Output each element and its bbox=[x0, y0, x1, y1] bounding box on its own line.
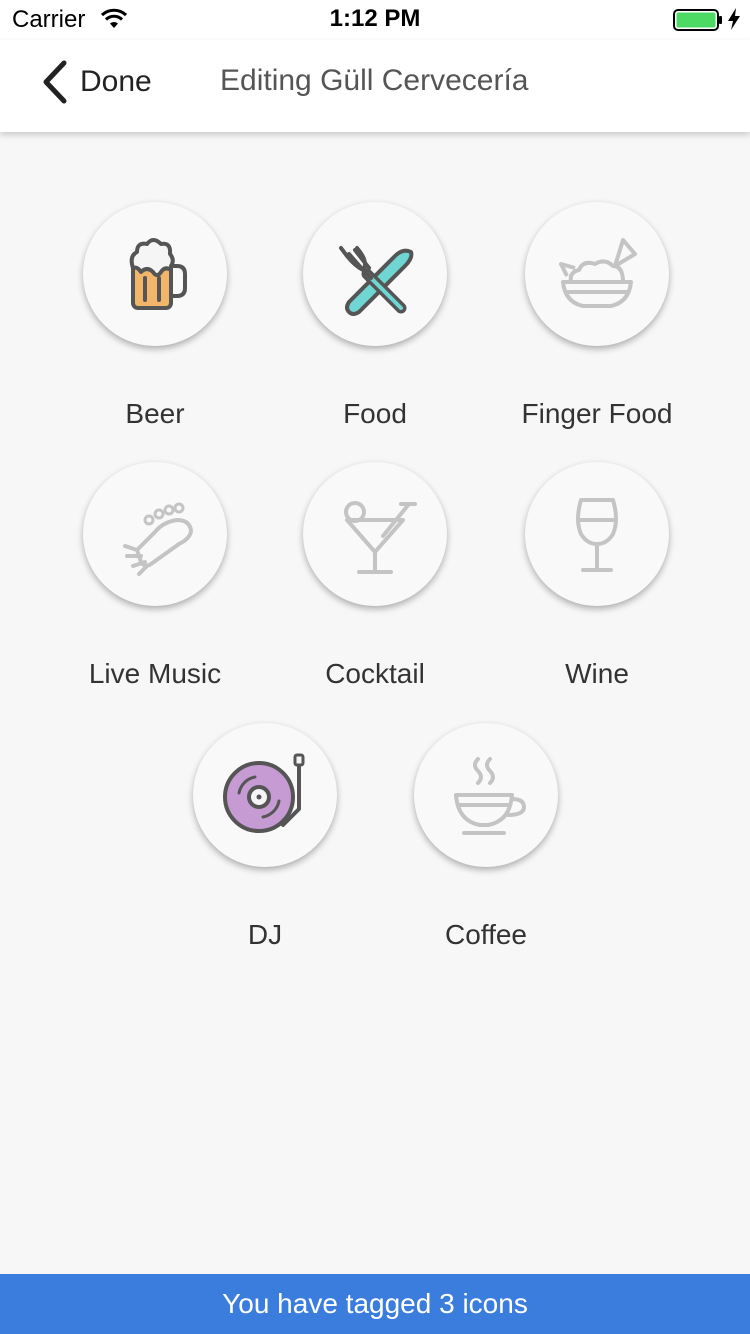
tile-food[interactable]: Food bbox=[265, 202, 485, 452]
tile-finger-food[interactable]: Finger Food bbox=[487, 202, 707, 452]
tile-label: Beer bbox=[125, 398, 185, 429]
tagged-count-banner: You have tagged 3 icons bbox=[0, 1274, 750, 1334]
navigation-bar: Done Editing Güll Cervecería bbox=[0, 40, 750, 132]
tile-coffee[interactable]: Coffee bbox=[376, 723, 596, 973]
tile-label: Live Music bbox=[88, 658, 222, 689]
tile-circle bbox=[303, 462, 447, 606]
guitar-head-icon bbox=[123, 502, 193, 576]
done-button[interactable]: Done bbox=[40, 54, 152, 110]
tile-circle bbox=[83, 462, 227, 606]
finger-food-bowl-icon bbox=[559, 238, 637, 308]
status-bar: Carrier 1:12 PM bbox=[0, 0, 750, 40]
coffee-cup-icon bbox=[454, 757, 527, 835]
tile-label: DJ bbox=[247, 919, 283, 950]
tile-circle bbox=[525, 202, 669, 346]
tile-circle bbox=[193, 723, 337, 867]
tile-circle bbox=[303, 202, 447, 346]
tile-dj[interactable]: DJ bbox=[155, 723, 375, 973]
tile-wine[interactable]: Wine bbox=[487, 462, 707, 712]
tile-circle bbox=[414, 723, 558, 867]
tile-circle bbox=[83, 202, 227, 346]
done-label: Done bbox=[80, 65, 152, 98]
charging-icon bbox=[728, 8, 740, 30]
clock: 1:12 PM bbox=[329, 5, 421, 32]
tile-label: Wine bbox=[565, 658, 629, 689]
chevron-left-icon bbox=[43, 60, 67, 104]
cocktail-glass-icon bbox=[344, 501, 417, 574]
battery-icon bbox=[673, 9, 722, 31]
tile-label: Coffee bbox=[445, 919, 527, 950]
tile-beer[interactable]: Beer bbox=[45, 202, 265, 452]
tile-live-music[interactable]: Live Music bbox=[45, 462, 265, 712]
wine-glass-icon bbox=[576, 498, 618, 572]
page-title: Editing Güll Cervecería bbox=[220, 64, 529, 97]
tile-label: Finger Food bbox=[521, 398, 673, 429]
tile-label: Food bbox=[343, 398, 407, 429]
fork-knife-icon bbox=[339, 246, 414, 316]
beer-mug-icon bbox=[129, 238, 187, 310]
tile-cocktail[interactable]: Cocktail bbox=[265, 462, 485, 712]
tile-circle bbox=[525, 462, 669, 606]
turntable-icon bbox=[223, 753, 305, 833]
tile-label: Cocktail bbox=[325, 658, 425, 689]
